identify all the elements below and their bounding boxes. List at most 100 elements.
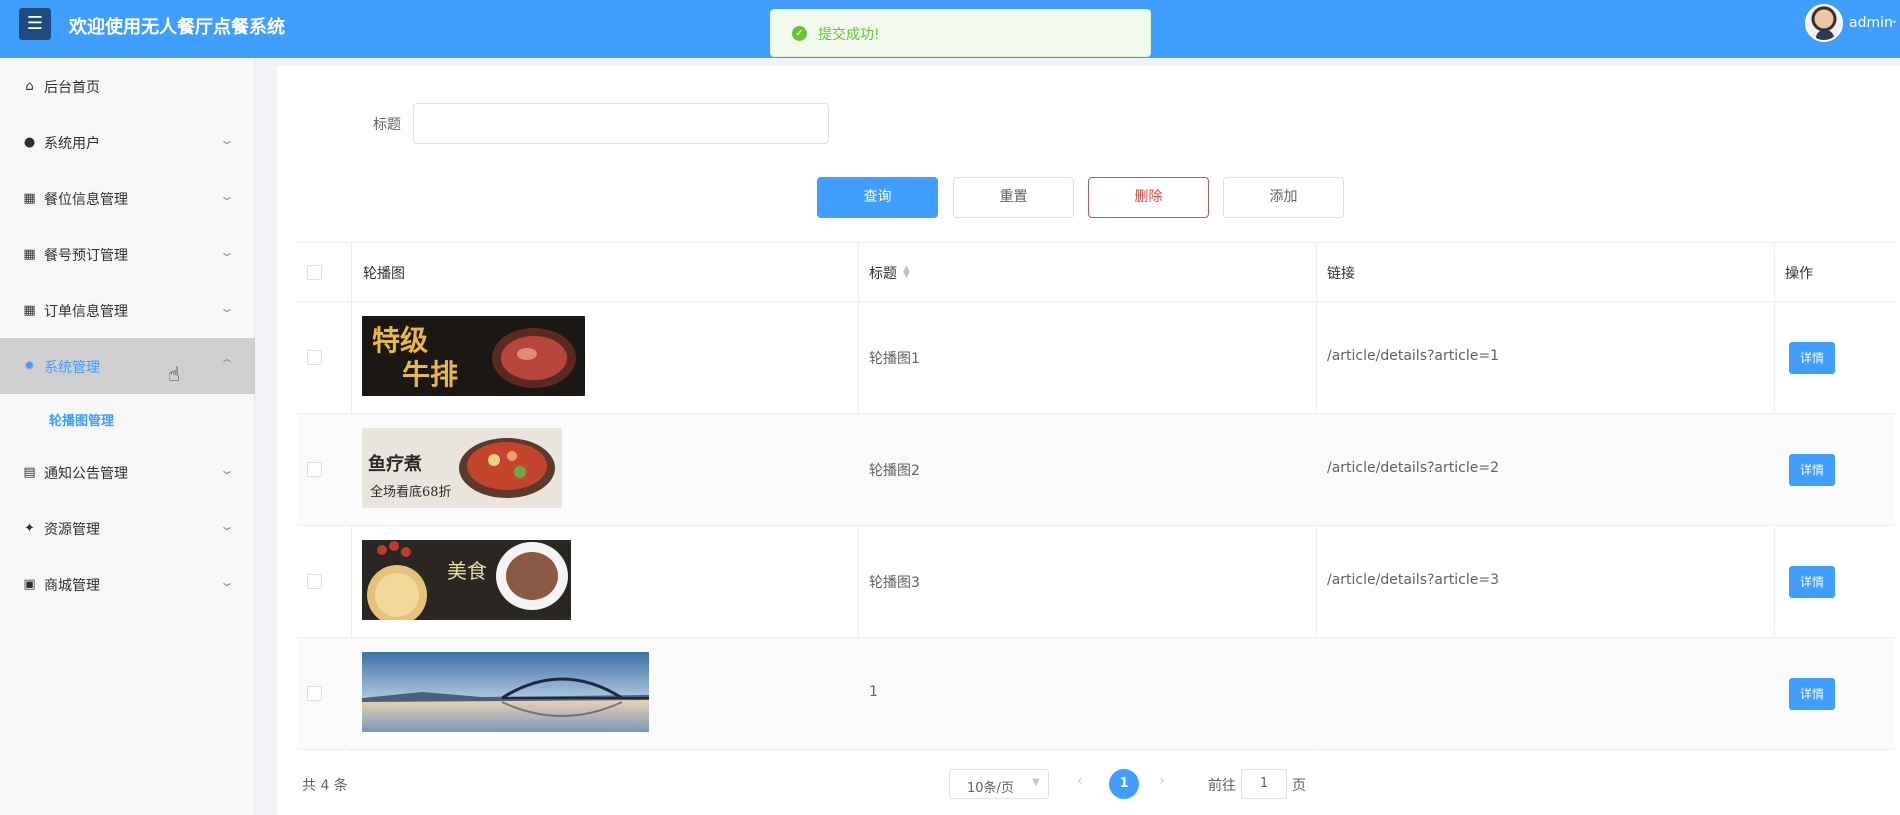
row-link: /article/details?article=2 xyxy=(1327,460,1499,476)
document-icon: ▤ xyxy=(23,465,36,480)
column-header-action: 操作 xyxy=(1785,266,1813,282)
hotpot-banner-image: 鱼疗煮 全场看底68折 xyxy=(362,428,562,508)
sidebar-item-system-management[interactable]: ✹ 系统管理 ⌃ xyxy=(0,338,255,394)
delete-button[interactable]: 删除 xyxy=(1088,177,1209,218)
table-row: 1 详情 xyxy=(297,638,1895,750)
svg-text:鱼疗煮: 鱼疗煮 xyxy=(368,453,422,475)
column-header-title-label: 标题 xyxy=(869,266,897,282)
row-title: 轮播图1 xyxy=(869,351,920,367)
goto-label: 前往 xyxy=(1208,778,1236,794)
svg-text:美食: 美食 xyxy=(447,559,487,583)
sidebar-item-notices[interactable]: ▤ 通知公告管理 ⌄ xyxy=(0,444,255,500)
chevron-down-icon: ⌄ xyxy=(218,463,236,477)
sidebar-item-seat-info[interactable]: ▦ 餐位信息管理 ⌄ xyxy=(0,170,255,226)
row-checkbox[interactable] xyxy=(307,574,322,589)
reset-button[interactable]: 重置 xyxy=(953,177,1074,218)
mouse-cursor-icon: ☝ xyxy=(168,362,181,386)
sidebar-item-label: 系统管理 xyxy=(44,360,100,376)
sidebar-item-label: 订单信息管理 xyxy=(44,304,128,320)
compass-icon: ✦ xyxy=(24,521,35,536)
shop-icon: ▣ xyxy=(23,577,36,592)
detail-button[interactable]: 详情 xyxy=(1789,678,1835,710)
home-icon: ⌂ xyxy=(25,79,34,94)
user-icon: ● xyxy=(23,135,36,150)
table-row: 美食 轮播图3 /article/details?article=3 详情 xyxy=(297,526,1895,638)
app-title: 欢迎使用无人餐厅点餐系统 xyxy=(69,17,285,38)
title-filter-input[interactable] xyxy=(413,103,829,144)
table-row: 特级 牛排 轮播图1 /article/details?article=1 详情 xyxy=(297,302,1895,414)
bridge-photo-image xyxy=(362,652,649,732)
sidebar-item-resources[interactable]: ✦ 资源管理 ⌄ xyxy=(0,500,255,556)
menu-toggle-button[interactable]: ☰ xyxy=(19,8,51,40)
chevron-down-icon: ▼ xyxy=(1032,777,1040,788)
goto-page-input[interactable]: 1 xyxy=(1241,769,1287,799)
chevron-down-icon: ⌄ xyxy=(218,189,236,203)
svg-text:牛排: 牛排 xyxy=(402,358,458,391)
gear-icon: ✹ xyxy=(24,359,35,374)
chevron-down-icon: ⌄ xyxy=(218,133,236,147)
goto-suffix: 页 xyxy=(1292,778,1306,794)
user-menu[interactable]: admin xyxy=(1849,15,1893,31)
sidebar-item-label: 后台首页 xyxy=(44,80,100,96)
title-filter-label: 标题 xyxy=(373,117,401,133)
carousel-table: 轮播图 标题 ▲ ▼ 链接 操作 特级 牛排 轮播图1 /article/detai… xyxy=(297,242,1895,752)
svg-text:全场看底68折: 全场看底68折 xyxy=(370,484,452,500)
sidebar-item-dashboard[interactable]: ⌂ 后台首页 xyxy=(0,58,255,114)
chevron-down-icon: ⌄ xyxy=(218,519,236,533)
table-header: 轮播图 标题 ▲ ▼ 链接 操作 xyxy=(297,243,1895,302)
avatar[interactable] xyxy=(1805,4,1843,42)
query-button[interactable]: 查询 xyxy=(817,177,938,218)
page-size-value: 10条/页 xyxy=(967,781,1014,796)
column-header-image: 轮播图 xyxy=(363,266,405,282)
add-button[interactable]: 添加 xyxy=(1223,177,1344,218)
toast-message: 提交成功! xyxy=(818,27,880,43)
row-checkbox[interactable] xyxy=(307,350,322,365)
row-checkbox[interactable] xyxy=(307,462,322,477)
food-banner-image: 美食 xyxy=(362,540,571,620)
grid-icon: ▦ xyxy=(23,303,36,318)
detail-button[interactable]: 详情 xyxy=(1789,454,1835,486)
sidebar-item-label: 餐位信息管理 xyxy=(44,192,128,208)
svg-text:特级: 特级 xyxy=(372,324,428,357)
sidebar-subitem-label: 轮播图管理 xyxy=(49,414,115,429)
chevron-up-icon: ⌃ xyxy=(218,357,236,371)
chevron-down-icon: ⌄ xyxy=(218,575,236,589)
sidebar-item-booking[interactable]: ▦ 餐号预订管理 ⌄ xyxy=(0,226,255,282)
row-checkbox[interactable] xyxy=(307,686,322,701)
sidebar-item-orders[interactable]: ▦ 订单信息管理 ⌄ xyxy=(0,282,255,338)
row-title: 轮播图2 xyxy=(869,463,920,479)
sidebar-item-label: 餐号预订管理 xyxy=(44,248,128,264)
chevron-down-icon: ⌄ xyxy=(218,245,236,259)
row-title: 1 xyxy=(869,684,878,700)
sidebar-item-label: 资源管理 xyxy=(44,522,100,538)
next-page-button[interactable]: › xyxy=(1159,773,1165,789)
row-link: /article/details?article=1 xyxy=(1327,348,1499,364)
detail-button[interactable]: 详情 xyxy=(1789,342,1835,374)
sidebar-item-system-users[interactable]: ● 系统用户 ⌄ xyxy=(0,114,255,170)
prev-page-button[interactable]: ‹ xyxy=(1077,773,1083,789)
column-header-title[interactable]: 标题 ▲ ▼ xyxy=(869,263,910,283)
page-number-current[interactable]: 1 xyxy=(1109,769,1139,799)
sidebar-item-label: 商城管理 xyxy=(44,578,100,594)
sidebar: ⌂ 后台首页 ● 系统用户 ⌄ ▦ 餐位信息管理 ⌄ ▦ 餐号预订管理 ⌄ ▦ … xyxy=(0,58,255,815)
select-all-checkbox[interactable] xyxy=(307,265,322,280)
chevron-down-icon[interactable]: ⌄ xyxy=(1890,15,1898,26)
sidebar-item-label: 系统用户 xyxy=(44,136,100,152)
success-toast: ✓ 提交成功! xyxy=(770,9,1151,57)
sidebar-item-label: 通知公告管理 xyxy=(44,466,128,482)
column-header-link: 链接 xyxy=(1327,266,1355,282)
detail-button[interactable]: 详情 xyxy=(1789,566,1835,598)
sidebar-item-shop[interactable]: ▣ 商城管理 ⌄ xyxy=(0,556,255,612)
table-row: 鱼疗煮 全场看底68折 轮播图2 /article/details?articl… xyxy=(297,414,1895,526)
check-circle-icon: ✓ xyxy=(792,26,807,41)
total-count: 共 4 条 xyxy=(302,778,348,794)
grid-icon: ▦ xyxy=(23,247,36,262)
row-title: 轮播图3 xyxy=(869,575,920,591)
page-size-select[interactable]: 10条/页 ▼ xyxy=(949,769,1049,799)
steak-banner-image: 特级 牛排 xyxy=(362,316,585,396)
row-link: /article/details?article=3 xyxy=(1327,572,1499,588)
chevron-down-icon: ⌄ xyxy=(218,301,236,315)
sort-icon[interactable]: ▲ ▼ xyxy=(903,265,910,280)
grid-icon: ▦ xyxy=(23,191,36,206)
sidebar-subitem-carousel[interactable]: 轮播图管理 xyxy=(0,394,255,444)
